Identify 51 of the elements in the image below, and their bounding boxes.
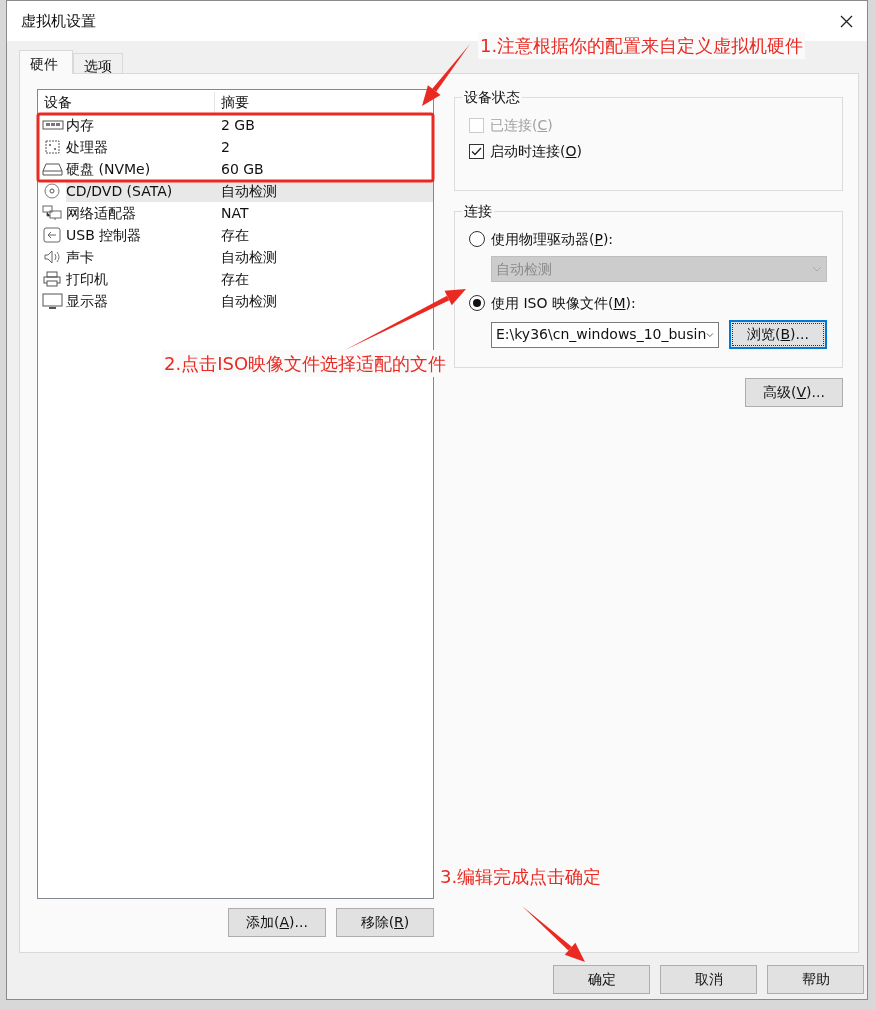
device-summary: 60 GB <box>220 159 264 179</box>
tab[interactable]: 选项 <box>73 53 123 73</box>
dialog-button[interactable]: 帮助 <box>767 965 864 994</box>
group-title: 连接 <box>462 202 494 220</box>
monitor-icon <box>42 293 64 309</box>
tab[interactable]: 硬件 <box>19 50 73 74</box>
device-name[interactable]: 硬盘 (NVMe) <box>66 158 215 180</box>
radio-label: 使用 ISO 映像文件(M): <box>491 293 636 313</box>
checkbox-label: 启动时连接(O) <box>490 141 582 161</box>
close-icon[interactable] <box>840 14 853 28</box>
annotation-note: 1.注意根据你的配置来自定义虚拟机硬件 <box>478 32 806 59</box>
annotation-note: 2.点击ISO映像文件选择适配的文件 <box>162 350 449 377</box>
chevron-icon <box>706 331 714 338</box>
radio-label: 使用物理驱动器(P): <box>491 229 614 249</box>
device-name[interactable]: 网络适配器 <box>66 202 215 224</box>
device-summary: 自动检测 <box>220 291 277 311</box>
device-summary: 存在 <box>220 225 249 245</box>
device-summary: 2 GB <box>220 115 255 135</box>
memory-icon <box>42 117 64 133</box>
network-icon <box>42 205 64 221</box>
radio-button[interactable] <box>469 295 485 311</box>
radio-button[interactable] <box>469 231 485 247</box>
device-summary: 存在 <box>220 269 249 289</box>
group-title: 设备状态 <box>462 88 522 106</box>
printer-icon <box>42 271 64 287</box>
advanced-button[interactable]: 高级(V)... <box>745 378 843 407</box>
device-name[interactable]: 打印机 <box>66 268 215 290</box>
usb-icon <box>42 227 64 243</box>
checkbox[interactable] <box>469 143 484 159</box>
device-name[interactable]: 声卡 <box>66 246 215 268</box>
device-name[interactable]: 显示器 <box>66 290 215 312</box>
column-header: 设备 <box>38 91 215 113</box>
drive-icon <box>42 161 64 177</box>
dialog-button[interactable]: 确定 <box>553 965 650 994</box>
window-title: 虚拟机设置 <box>21 10 96 32</box>
dialog-button[interactable]: 取消 <box>660 965 757 994</box>
device-summary: 2 <box>220 137 230 157</box>
list-button[interactable]: 添加(A)... <box>228 908 326 937</box>
browse-button[interactable]: 浏览(B)... <box>729 320 827 349</box>
dropdown-value: E:\ky36\cn_windows_10_busin <box>496 325 707 344</box>
checkbox-label: 已连接(C) <box>490 115 553 135</box>
device-name[interactable]: USB 控制器 <box>66 224 215 246</box>
device-name[interactable]: 内存 <box>66 114 215 136</box>
list-button[interactable]: 移除(R) <box>336 908 434 937</box>
column-header: 摘要 <box>220 92 249 112</box>
device-name[interactable]: 处理器 <box>66 136 215 158</box>
dropdown-value: 自动检测 <box>496 259 552 279</box>
dropdown[interactable]: E:\ky36\cn_windows_10_busin <box>491 321 719 348</box>
device-summary: 自动检测 <box>220 247 277 267</box>
chevron-icon <box>812 266 822 272</box>
device-summary: NAT <box>220 203 249 223</box>
